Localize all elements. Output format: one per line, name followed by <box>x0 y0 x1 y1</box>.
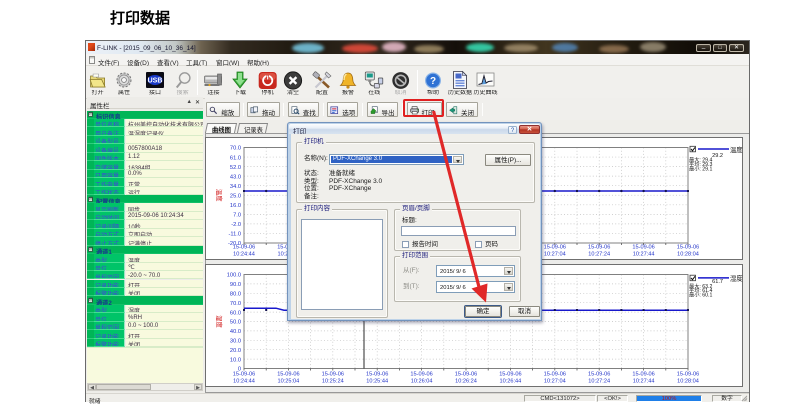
svg-text:最小: 60.1: 最小: 60.1 <box>689 291 712 299</box>
svg-text:温度: 温度 <box>215 189 224 202</box>
svg-text:15-09-06: 15-09-06 <box>632 372 654 378</box>
svg-text:10.0: 10.0 <box>230 357 241 363</box>
svg-text:15-09-06: 15-09-06 <box>544 372 566 378</box>
svg-text:10:28:04: 10:28:04 <box>677 252 699 258</box>
svg-text:30.0: 30.0 <box>230 339 241 345</box>
svg-text:10:24:44: 10:24:44 <box>233 379 255 385</box>
svg-text:7.0: 7.0 <box>233 213 241 219</box>
svg-text:100.0: 100.0 <box>227 273 241 279</box>
svg-text:15-09-06: 15-09-06 <box>499 372 521 378</box>
svg-text:?: ? <box>430 76 436 87</box>
svg-text:29.2: 29.2 <box>712 153 723 159</box>
svg-text:10:24:44: 10:24:44 <box>233 252 255 258</box>
svg-text:15-09-06: 15-09-06 <box>544 245 566 251</box>
svg-text:20.0: 20.0 <box>230 348 241 354</box>
svg-text:10:25:04: 10:25:04 <box>278 379 300 385</box>
svg-text:10:26:44: 10:26:44 <box>500 379 522 385</box>
svg-text:16.0: 16.0 <box>230 203 241 209</box>
svg-text:15-09-06: 15-09-06 <box>233 372 255 378</box>
svg-text:61.0: 61.0 <box>230 155 241 161</box>
svg-text:10:27:24: 10:27:24 <box>588 252 610 258</box>
svg-text:最小: 29.1: 最小: 29.1 <box>689 165 712 173</box>
svg-text:10:27:24: 10:27:24 <box>588 379 610 385</box>
svg-text:温度: 温度 <box>730 145 743 154</box>
svg-text:15-09-06: 15-09-06 <box>366 372 388 378</box>
svg-text:15-09-06: 15-09-06 <box>588 245 610 251</box>
svg-text:10:28:04: 10:28:04 <box>677 379 699 385</box>
svg-text:15-09-06: 15-09-06 <box>677 245 699 251</box>
svg-text:10:25:24: 10:25:24 <box>322 379 344 385</box>
svg-text:USB: USB <box>148 78 163 85</box>
svg-text:52.0: 52.0 <box>230 165 241 171</box>
svg-text:15-09-06: 15-09-06 <box>455 372 477 378</box>
svg-text:40.0: 40.0 <box>230 329 241 335</box>
svg-text:湿度: 湿度 <box>215 315 224 328</box>
svg-text:61.7: 61.7 <box>712 279 723 285</box>
svg-text:10:27:04: 10:27:04 <box>544 252 566 258</box>
svg-text:80.0: 80.0 <box>230 292 241 298</box>
svg-text:15-09-06: 15-09-06 <box>233 245 255 251</box>
svg-text:10:27:44: 10:27:44 <box>633 252 655 258</box>
svg-text:10:26:24: 10:26:24 <box>455 379 477 385</box>
svg-text:70.0: 70.0 <box>230 301 241 307</box>
svg-text:15-09-06: 15-09-06 <box>322 372 344 378</box>
svg-text:15-09-06: 15-09-06 <box>632 245 654 251</box>
svg-text:湿度: 湿度 <box>730 274 743 283</box>
svg-text:60.0: 60.0 <box>230 310 241 316</box>
svg-text:43.0: 43.0 <box>230 174 241 180</box>
svg-text:10:27:44: 10:27:44 <box>633 379 655 385</box>
svg-text:-2.0: -2.0 <box>231 222 241 228</box>
svg-text:15-09-06: 15-09-06 <box>677 372 699 378</box>
svg-text:10:26:04: 10:26:04 <box>411 379 433 385</box>
svg-text:15-09-06: 15-09-06 <box>277 372 299 378</box>
svg-text:90.0: 90.0 <box>230 282 241 288</box>
svg-text:10:25:44: 10:25:44 <box>366 379 388 385</box>
svg-text:-11.0: -11.0 <box>228 232 241 238</box>
svg-text:15-09-06: 15-09-06 <box>588 372 610 378</box>
svg-text:50.0: 50.0 <box>230 320 241 326</box>
svg-text:70.0: 70.0 <box>230 146 241 152</box>
svg-text:15-09-06: 15-09-06 <box>410 372 432 378</box>
svg-text:25.0: 25.0 <box>230 193 241 199</box>
svg-text:10:27:04: 10:27:04 <box>544 379 566 385</box>
svg-text:34.0: 34.0 <box>230 184 241 190</box>
